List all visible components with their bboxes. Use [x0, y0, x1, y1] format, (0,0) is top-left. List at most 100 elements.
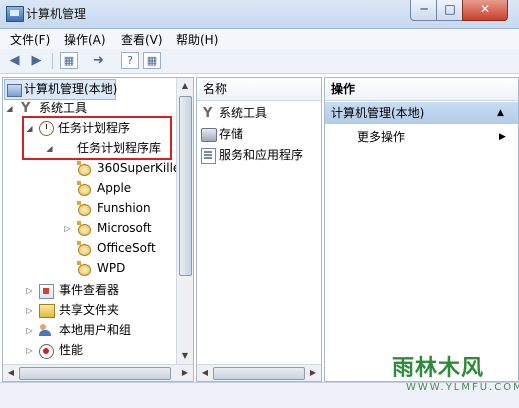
collapse-arrow-icon[interactable]: ◢	[45, 139, 54, 158]
title-bar: 计算机管理 ─ □ ✕	[0, 0, 519, 29]
scroll-right-arrow-icon[interactable]: ▶	[305, 365, 321, 381]
watermark-url: WWW.YLMFU.COM	[406, 382, 519, 393]
column-header-name[interactable]: 名称	[197, 78, 321, 101]
computer-management-icon	[6, 6, 24, 22]
more-actions-item[interactable]: 更多操作 ▶	[325, 128, 515, 147]
storage-icon	[201, 128, 217, 142]
scroll-right-arrow-icon[interactable]: ▶	[177, 365, 193, 381]
tree-item-task-scheduler[interactable]: ◢ 任务计划程序	[3, 119, 173, 138]
task-folder-icon	[77, 241, 91, 256]
tree-root[interactable]: 计算机管理(本地)	[4, 79, 118, 100]
expand-arrow-icon[interactable]: ▷	[25, 301, 34, 320]
tree-horizontal-scrollbar[interactable]: ◀ ▶	[3, 364, 193, 381]
tree-scroll-thumb[interactable]	[179, 96, 192, 276]
actions-group-computer-management[interactable]: 计算机管理(本地) ▲	[325, 102, 518, 124]
tree-item-label: 任务计划程序库	[77, 141, 162, 155]
tree-item-event-viewer[interactable]: ▷ 事件查看器	[3, 281, 173, 300]
tree-item-label: 事件查看器	[59, 283, 120, 297]
tree-item-task[interactable]: WPD	[3, 259, 173, 278]
content-horizontal-scrollbar[interactable]: ◀ ▶	[197, 364, 321, 381]
collapse-arrow-icon[interactable]: ◢	[5, 99, 14, 118]
close-button[interactable]: ✕	[462, 0, 508, 21]
collapse-arrow-icon[interactable]: ◢	[25, 119, 34, 138]
menu-view[interactable]: 查看(V)	[121, 31, 163, 48]
tree-root-label: 计算机管理(本地)	[24, 82, 118, 96]
menu-bar: 文件(F) 操作(A) 查看(V) 帮助(H)	[0, 29, 519, 49]
tree-item-label: 360SuperKiller	[97, 161, 186, 175]
tree-item-shared-folders[interactable]: ▷ 共享文件夹	[3, 301, 173, 320]
menu-file[interactable]: 文件(F)	[10, 31, 50, 48]
actions-group-label: 计算机管理(本地)	[331, 106, 425, 120]
console-tree[interactable]: 计算机管理(本地) ◢ 系统工具 ◢ 任务计划程序 ◢ 任务计划程序库 360S…	[2, 77, 194, 382]
tree-item-task[interactable]: Apple	[3, 179, 173, 198]
expand-arrow-icon[interactable]: ▷	[25, 341, 34, 360]
scroll-up-arrow-icon[interactable]: ▲	[177, 78, 193, 94]
tree-vertical-scrollbar[interactable]: ▲ ▼	[176, 78, 193, 364]
expand-arrow-icon[interactable]: ▷	[25, 321, 34, 340]
tree-hscroll-thumb[interactable]	[19, 367, 171, 380]
menu-help[interactable]: 帮助(H)	[176, 31, 218, 48]
collapse-up-icon[interactable]: ▲	[497, 102, 504, 124]
forward-arrow-icon[interactable]: ▶	[28, 52, 45, 69]
tools-icon	[19, 99, 33, 118]
tree-item-label: 任务计划程序	[58, 121, 131, 135]
computer-icon	[7, 84, 22, 97]
expand-arrow-icon[interactable]: ▷	[63, 219, 72, 238]
menu-action[interactable]: 操作(A)	[64, 31, 106, 48]
tree-item-task[interactable]: ▷ Microsoft	[3, 219, 173, 238]
task-folder-icon	[77, 261, 91, 276]
list-item-label: 存储	[219, 127, 244, 141]
tree-item-task[interactable]: Funshion	[3, 199, 173, 218]
tree-item-task[interactable]: 360SuperKiller	[3, 159, 185, 178]
list-item[interactable]: 服务和应用程序	[197, 146, 317, 165]
actions-header-label: 操作	[331, 82, 356, 96]
task-folder-icon	[77, 181, 91, 196]
scroll-left-arrow-icon[interactable]: ◀	[3, 365, 19, 381]
tools-icon	[201, 104, 215, 123]
tree-item-task[interactable]: OfficeSoft	[3, 239, 173, 258]
content-hscroll-thumb[interactable]	[213, 367, 305, 380]
tree-item-performance[interactable]: ▷ 性能	[3, 341, 173, 360]
shared-folder-icon	[39, 304, 55, 318]
tree-item-label: Apple	[97, 181, 132, 195]
tree-item-task-library[interactable]: ◢ 任务计划程序库	[3, 139, 173, 158]
window-title: 计算机管理	[26, 7, 87, 21]
tree-item-label: 性能	[59, 343, 84, 357]
minimize-button[interactable]: ─	[410, 0, 438, 21]
task-folder-icon	[77, 161, 91, 176]
actions-header: 操作	[325, 78, 518, 101]
task-folder-icon	[77, 201, 91, 216]
content-pane[interactable]: 名称 系统工具 存储 服务和应用程序 ◀ ▶	[196, 77, 322, 382]
tree-item-label: OfficeSoft	[97, 241, 156, 255]
scroll-down-arrow-icon[interactable]: ▼	[177, 348, 193, 364]
watermark-logo: 雨林木风 WWW.YLMFU.COM	[384, 340, 519, 400]
task-folder-icon	[77, 221, 91, 236]
watermark-text: 雨林木风	[392, 356, 485, 381]
more-actions-label: 更多操作	[357, 130, 406, 144]
tree-item-label: 本地用户和组	[59, 323, 132, 337]
tree-item-label: Microsoft	[97, 221, 152, 235]
expand-arrow-icon[interactable]: ▷	[25, 281, 34, 300]
column-header-label: 名称	[203, 82, 228, 96]
help-icon[interactable]: ?	[121, 52, 139, 69]
tree-item-label: 共享文件夹	[59, 303, 120, 317]
maximize-button[interactable]: □	[436, 0, 464, 21]
tree-item-system-tools[interactable]: ◢ 系统工具	[3, 99, 173, 118]
services-icon	[201, 148, 216, 164]
toolbar: ◀ ▶ ▦ ➜ ? ▦	[0, 49, 519, 74]
tree-item-label: WPD	[97, 261, 126, 275]
tree-item-label: Funshion	[97, 201, 151, 215]
actions-pane: 操作 计算机管理(本地) ▲ 更多操作 ▶	[324, 77, 519, 382]
event-viewer-icon	[39, 284, 54, 299]
export-list-icon[interactable]: ➜	[90, 52, 107, 69]
show-hide-action-pane-icon[interactable]: ▦	[143, 52, 161, 69]
list-item[interactable]: 存储	[197, 125, 317, 144]
users-icon	[39, 324, 53, 337]
submenu-arrow-icon: ▶	[499, 132, 506, 142]
back-arrow-icon[interactable]: ◀	[6, 52, 23, 69]
scroll-left-arrow-icon[interactable]: ◀	[197, 365, 213, 381]
list-item-label: 系统工具	[219, 106, 268, 120]
show-hide-tree-icon[interactable]: ▦	[60, 52, 78, 69]
list-item[interactable]: 系统工具	[197, 104, 317, 123]
tree-item-local-users[interactable]: ▷ 本地用户和组	[3, 321, 173, 340]
